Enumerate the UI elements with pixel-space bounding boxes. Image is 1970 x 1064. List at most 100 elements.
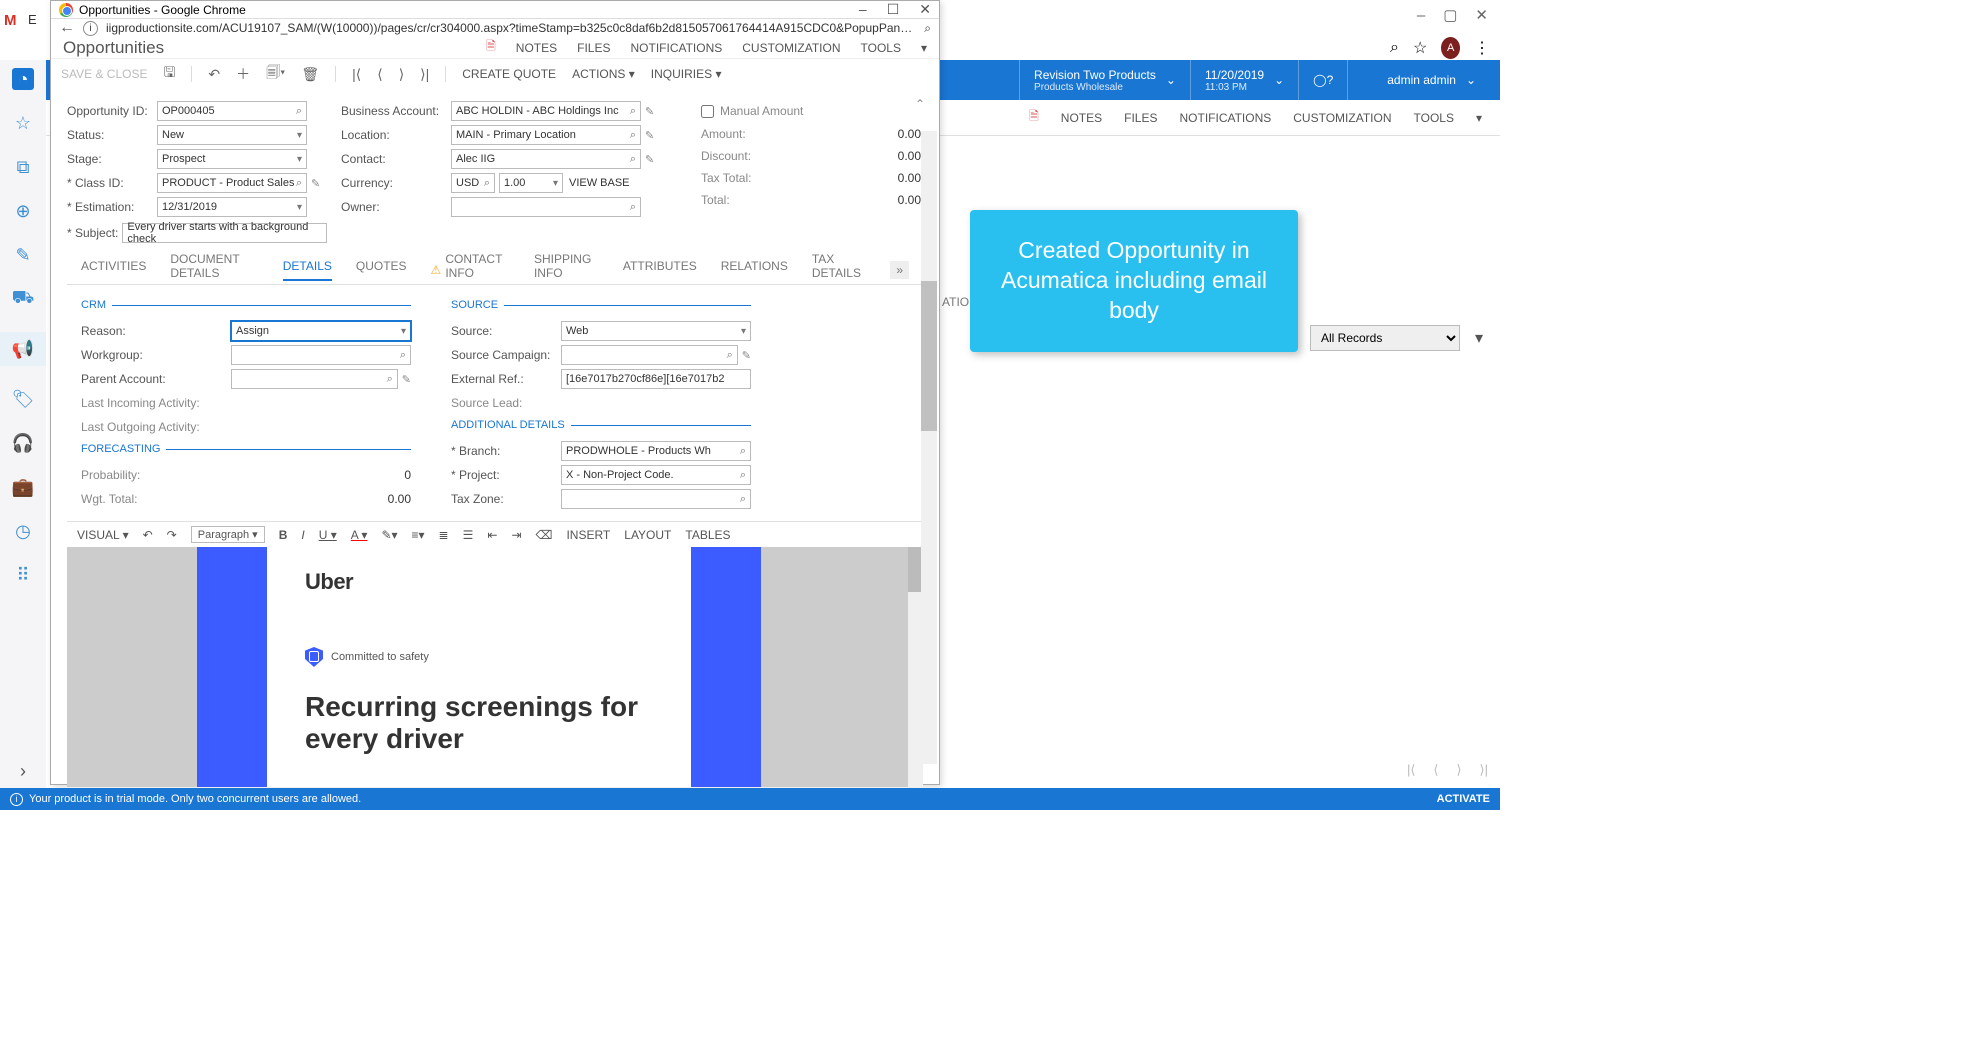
view-base-button[interactable]: VIEW BASE: [569, 177, 630, 189]
italic-icon[interactable]: I: [301, 528, 304, 542]
estimation-input[interactable]: 12/31/2019: [157, 197, 307, 217]
indent-icon[interactable]: ⇥: [511, 528, 521, 542]
filter-select[interactable]: All Records: [1310, 325, 1460, 351]
edit-icon[interactable]: ✎: [12, 244, 34, 266]
tab-relations[interactable]: RELATIONS: [721, 259, 788, 281]
link-notifications[interactable]: NOTIFICATIONS: [1179, 111, 1271, 125]
list-ol-icon[interactable]: ≣: [439, 528, 449, 542]
rte-content[interactable]: Uber Committed to safety Recurring scree…: [67, 547, 923, 787]
data-icon[interactable]: ⧉: [12, 156, 34, 178]
kebab-icon[interactable]: ⋮: [1474, 38, 1490, 58]
apps-icon[interactable]: ⠿: [12, 564, 34, 586]
stage-select[interactable]: Prospect: [157, 149, 307, 169]
search-icon[interactable]: ⌕: [924, 21, 931, 36]
search-icon[interactable]: ⌕: [1390, 39, 1399, 57]
font-color-icon[interactable]: A ▾: [351, 528, 368, 542]
user-menu[interactable]: 👤 admin admin ⌄: [1347, 60, 1490, 100]
star-icon[interactable]: ☆: [1413, 38, 1427, 58]
tab-activities[interactable]: ACTIVITIES: [81, 259, 146, 281]
home-icon[interactable]: ◔: [12, 68, 34, 90]
parent-acct-input[interactable]: [231, 369, 398, 389]
paragraph-select[interactable]: Paragraph ▾: [191, 526, 265, 543]
link-notes[interactable]: NOTES: [1061, 111, 1102, 125]
ext-ref-input[interactable]: [16e7017b270cf86e][16e7017b2: [561, 369, 751, 389]
link-files[interactable]: FILES: [1124, 111, 1157, 125]
save-close-button[interactable]: SAVE & CLOSE: [61, 67, 147, 81]
tag-icon[interactable]: 🏷: [12, 388, 34, 410]
subject-input[interactable]: Every driver starts with a background ch…: [122, 223, 327, 243]
megaphone-icon[interactable]: 📢: [0, 332, 46, 366]
insert-menu[interactable]: INSERT: [566, 528, 610, 542]
link-tools[interactable]: TOOLS: [861, 41, 901, 55]
edit-icon[interactable]: ✎: [742, 349, 751, 362]
location-input[interactable]: MAIN - Primary Location: [451, 125, 641, 145]
link-tools[interactable]: TOOLS: [1414, 111, 1454, 125]
tab-details[interactable]: DETAILS: [283, 259, 332, 281]
tab-shipping[interactable]: SHIPPING INFO: [534, 252, 599, 288]
tab-attributes[interactable]: ATTRIBUTES: [623, 259, 697, 281]
headset-icon[interactable]: 🎧: [12, 432, 34, 454]
list-ul-icon[interactable]: ☰: [463, 528, 474, 542]
minimize-icon[interactable]: –: [1417, 7, 1425, 24]
first-icon[interactable]: |⟨: [352, 66, 361, 83]
highlight-icon[interactable]: ✎▾: [381, 528, 397, 542]
create-quote-button[interactable]: CREATE QUOTE: [462, 67, 556, 81]
visual-mode[interactable]: VISUAL ▾: [77, 528, 129, 542]
expand-icon[interactable]: ›: [12, 760, 34, 782]
actions-menu[interactable]: ACTIONS ▾: [572, 67, 635, 81]
redo-icon[interactable]: ↷: [167, 528, 177, 542]
star-icon[interactable]: ☆: [12, 112, 34, 134]
back-icon[interactable]: ←: [59, 19, 75, 37]
tables-menu[interactable]: TABLES: [685, 528, 730, 542]
funnel-icon[interactable]: ▾: [1468, 327, 1490, 349]
truck-icon[interactable]: ⛟: [12, 288, 34, 310]
project-input[interactable]: X - Non-Project Code.: [561, 465, 751, 485]
manual-amount-checkbox[interactable]: [701, 105, 714, 118]
last-icon[interactable]: ⟩|: [420, 66, 429, 83]
close-icon[interactable]: ✕: [919, 1, 931, 18]
maximize-icon[interactable]: ▢: [1443, 6, 1457, 24]
reason-select[interactable]: Assign: [231, 321, 411, 341]
src-campaign-input[interactable]: [561, 345, 738, 365]
add-icon[interactable]: ＋: [236, 64, 250, 84]
inquiries-menu[interactable]: INQUIRIES ▾: [651, 67, 722, 81]
bold-icon[interactable]: B: [279, 528, 288, 542]
copy-icon[interactable]: 🗐▾: [266, 62, 285, 86]
layout-menu[interactable]: LAYOUT: [624, 528, 671, 542]
close-icon[interactable]: ✕: [1475, 6, 1488, 24]
tab-doc-details[interactable]: DOCUMENT DETAILS: [170, 252, 258, 288]
biz-acct-input[interactable]: ABC HOLDIN - ABC Holdings Inc: [451, 101, 641, 121]
link-files[interactable]: FILES: [577, 41, 610, 55]
minimize-icon[interactable]: –: [859, 1, 867, 18]
link-notes[interactable]: NOTES: [516, 41, 557, 55]
class-input[interactable]: PRODUCT - Product Sales O: [157, 173, 307, 193]
align-icon[interactable]: ≡▾: [412, 528, 425, 542]
owner-input[interactable]: [451, 197, 641, 217]
undo-icon[interactable]: ↶: [143, 528, 153, 542]
undo-icon[interactable]: ↶: [208, 66, 220, 83]
underline-icon[interactable]: U ▾: [319, 528, 337, 542]
branch-input[interactable]: PRODWHOLE - Products Wh: [561, 441, 751, 461]
url-text[interactable]: iigproductionsite.com/ACU19107_SAM/(W(10…: [106, 21, 916, 35]
tab-contact-info[interactable]: CONTACT INFO: [445, 252, 510, 288]
edit-icon[interactable]: ✎: [645, 105, 654, 118]
site-info-icon[interactable]: i: [83, 21, 98, 36]
prev-icon[interactable]: ⟨: [377, 66, 382, 83]
edit-icon[interactable]: ✎: [402, 373, 411, 386]
link-customization[interactable]: CUSTOMIZATION: [742, 41, 840, 55]
contact-input[interactable]: Alec IIG: [451, 149, 641, 169]
briefcase-icon[interactable]: 💼: [12, 476, 34, 498]
status-select[interactable]: New: [157, 125, 307, 145]
gauge-icon[interactable]: ◷: [12, 520, 34, 542]
rate-input[interactable]: 1.00: [499, 173, 563, 193]
outer-scrollbar[interactable]: [921, 131, 937, 764]
plus-circle-icon[interactable]: ⊕: [12, 200, 34, 222]
prev-page-icon[interactable]: ⟨: [1433, 762, 1438, 778]
next-icon[interactable]: ⟩: [399, 66, 404, 83]
more-tabs-icon[interactable]: »: [890, 261, 909, 279]
link-notifications[interactable]: NOTIFICATIONS: [630, 41, 722, 55]
clear-icon[interactable]: ⌫: [536, 528, 553, 542]
opp-id-input[interactable]: OP000405: [157, 101, 307, 121]
save-icon[interactable]: 🖫: [163, 62, 175, 86]
tab-tax-details[interactable]: TAX DETAILS: [812, 252, 866, 288]
